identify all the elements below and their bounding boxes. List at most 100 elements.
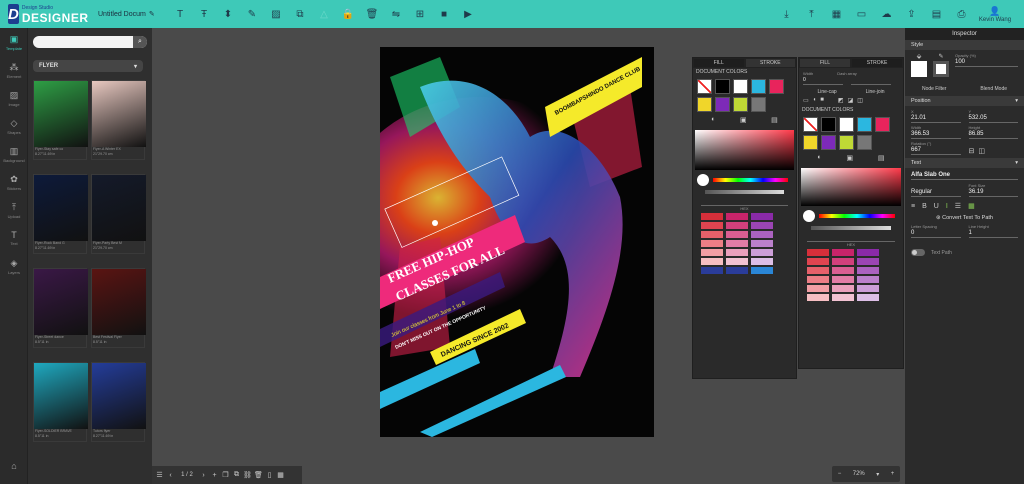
- palette-color[interactable]: [701, 213, 723, 220]
- pen-icon[interactable]: ✎: [240, 3, 264, 25]
- rail-item-layers[interactable]: ◈ Layers: [0, 252, 28, 280]
- palette-icon[interactable]: ◐: [817, 154, 821, 162]
- palette-color[interactable]: [857, 258, 879, 265]
- color-gradient-picker[interactable]: [695, 130, 794, 170]
- color-swatch[interactable]: [715, 97, 730, 112]
- font-family-select[interactable]: Alfa Slab One: [911, 171, 1018, 180]
- link-icon[interactable]: ⛓: [242, 471, 253, 479]
- image-fill-icon[interactable]: ▤: [771, 116, 778, 124]
- palette-color[interactable]: [751, 258, 773, 265]
- linejoin-round-icon[interactable]: ◪: [848, 97, 854, 104]
- template-thumbnail[interactable]: Flyer-Street dance 8.5"11 in: [33, 268, 88, 348]
- font-style-select[interactable]: Regular: [911, 188, 961, 197]
- palette-color[interactable]: [701, 249, 723, 256]
- text-icon[interactable]: T: [168, 3, 192, 25]
- video-icon[interactable]: ■: [432, 3, 456, 25]
- palette-color[interactable]: [701, 240, 723, 247]
- gradient-icon[interactable]: ▣: [740, 116, 747, 124]
- palette-color[interactable]: [751, 267, 773, 274]
- zoom-chevron-icon[interactable]: ▾: [876, 471, 879, 478]
- search-icon[interactable]: ⌕: [133, 36, 147, 48]
- export-icon[interactable]: ⇪: [899, 3, 924, 25]
- rail-item-template[interactable]: ▣ Template: [0, 28, 28, 56]
- linecap-round-icon[interactable]: ◖: [813, 97, 817, 104]
- alpha-slider[interactable]: [811, 226, 891, 230]
- palette-color[interactable]: [726, 222, 748, 229]
- stroke-color-swatch[interactable]: [933, 61, 949, 77]
- palette-color[interactable]: [832, 267, 854, 274]
- italic-icon[interactable]: I: [946, 203, 948, 210]
- rail-item-text[interactable]: T Text: [0, 224, 28, 252]
- prev-page-icon[interactable]: ‹: [165, 472, 176, 479]
- palette-color[interactable]: [807, 258, 829, 265]
- clip-icon[interactable]: ⧉: [288, 3, 312, 25]
- app-logo[interactable]: D Design Studio DESIGNER: [8, 4, 88, 24]
- text-path-toggle[interactable]: [911, 249, 925, 256]
- add-page-icon[interactable]: +: [209, 472, 220, 479]
- palette-color[interactable]: [832, 276, 854, 283]
- rail-item-element[interactable]: ⁂ Element: [0, 56, 28, 84]
- node-filter-button[interactable]: Node Filter: [922, 86, 946, 92]
- palette-color[interactable]: [857, 285, 879, 292]
- palette-color[interactable]: [726, 267, 748, 274]
- dash-array-input[interactable]: [851, 76, 891, 85]
- template-thumbnail[interactable]: Tutors flyer 8.27"11.69 in: [91, 362, 146, 442]
- align-left-icon[interactable]: ≡: [911, 203, 915, 210]
- palette-color[interactable]: [832, 258, 854, 265]
- template-thumbnail[interactable]: Flyer-Rock Band G 8.27"11.69 in: [33, 174, 88, 254]
- color-swatch[interactable]: [733, 97, 748, 112]
- user-menu[interactable]: 👤 Kevin Wang: [974, 6, 1016, 23]
- shape-icon[interactable]: ⬍: [216, 3, 240, 25]
- linecap-butt-icon[interactable]: ▭: [803, 97, 809, 104]
- template-thumbnail[interactable]: Flyer-Stay safe co 8.27"11.69 in: [33, 80, 88, 160]
- linejoin-miter-icon[interactable]: ◩: [838, 97, 844, 104]
- hue-slider[interactable]: [713, 178, 788, 182]
- palette-color[interactable]: [807, 267, 829, 274]
- palette-color[interactable]: [751, 213, 773, 220]
- opacity-input[interactable]: 100: [955, 58, 1018, 67]
- hex-input[interactable]: [701, 198, 788, 206]
- color-swatch[interactable]: [857, 135, 872, 150]
- stroke-width-input[interactable]: 0: [803, 76, 843, 85]
- palette-color[interactable]: [832, 249, 854, 256]
- palette-color[interactable]: [832, 294, 854, 301]
- page-list-icon[interactable]: ☰: [154, 471, 165, 479]
- palette-color[interactable]: [807, 285, 829, 292]
- width-input[interactable]: 366.53: [911, 130, 961, 139]
- palette-color[interactable]: [701, 231, 723, 238]
- cloud-icon[interactable]: ☁: [874, 3, 899, 25]
- text-section-header[interactable]: Text ▾: [905, 158, 1024, 168]
- monitor-icon[interactable]: ▭: [849, 3, 874, 25]
- color-swatch[interactable]: [751, 97, 766, 112]
- palette-color[interactable]: [857, 294, 879, 301]
- palette-color[interactable]: [832, 285, 854, 292]
- color-swatch[interactable]: [839, 117, 854, 132]
- palette-color[interactable]: [701, 258, 723, 265]
- palette-color[interactable]: [751, 240, 773, 247]
- download-icon[interactable]: ⤓: [774, 3, 799, 25]
- hex-input[interactable]: [807, 234, 895, 242]
- template-search-input[interactable]: ⌕: [33, 36, 147, 48]
- flip-icon[interactable]: ⇋: [384, 3, 408, 25]
- color-swatch[interactable]: [857, 117, 872, 132]
- palette-color[interactable]: [857, 276, 879, 283]
- color-swatch[interactable]: [821, 135, 836, 150]
- template-thumbnail[interactable]: Flyer-A Winter EX 21"29.70 cm: [91, 80, 146, 160]
- position-section-header[interactable]: Position ▾: [905, 96, 1024, 106]
- template-thumbnail[interactable]: Best Festival Flyer 8.5"11 in: [91, 268, 146, 348]
- palette-color[interactable]: [701, 222, 723, 229]
- palette-color[interactable]: [751, 249, 773, 256]
- palette-color[interactable]: [726, 213, 748, 220]
- category-dropdown[interactable]: FLYER ▾: [33, 60, 143, 72]
- no-color-swatch[interactable]: [803, 117, 818, 132]
- next-page-icon[interactable]: ›: [198, 472, 209, 479]
- grid-icon[interactable]: ▦: [824, 3, 849, 25]
- palette-color[interactable]: [726, 240, 748, 247]
- palette-icon[interactable]: ◐: [711, 116, 715, 124]
- tab-fill[interactable]: FILL: [799, 58, 851, 68]
- color-swatch[interactable]: [715, 79, 730, 94]
- tab-fill[interactable]: FILL: [693, 58, 745, 68]
- color-swatch[interactable]: [733, 79, 748, 94]
- color-gradient-picker[interactable]: [801, 168, 901, 206]
- text-grid-icon[interactable]: ▦: [968, 202, 975, 210]
